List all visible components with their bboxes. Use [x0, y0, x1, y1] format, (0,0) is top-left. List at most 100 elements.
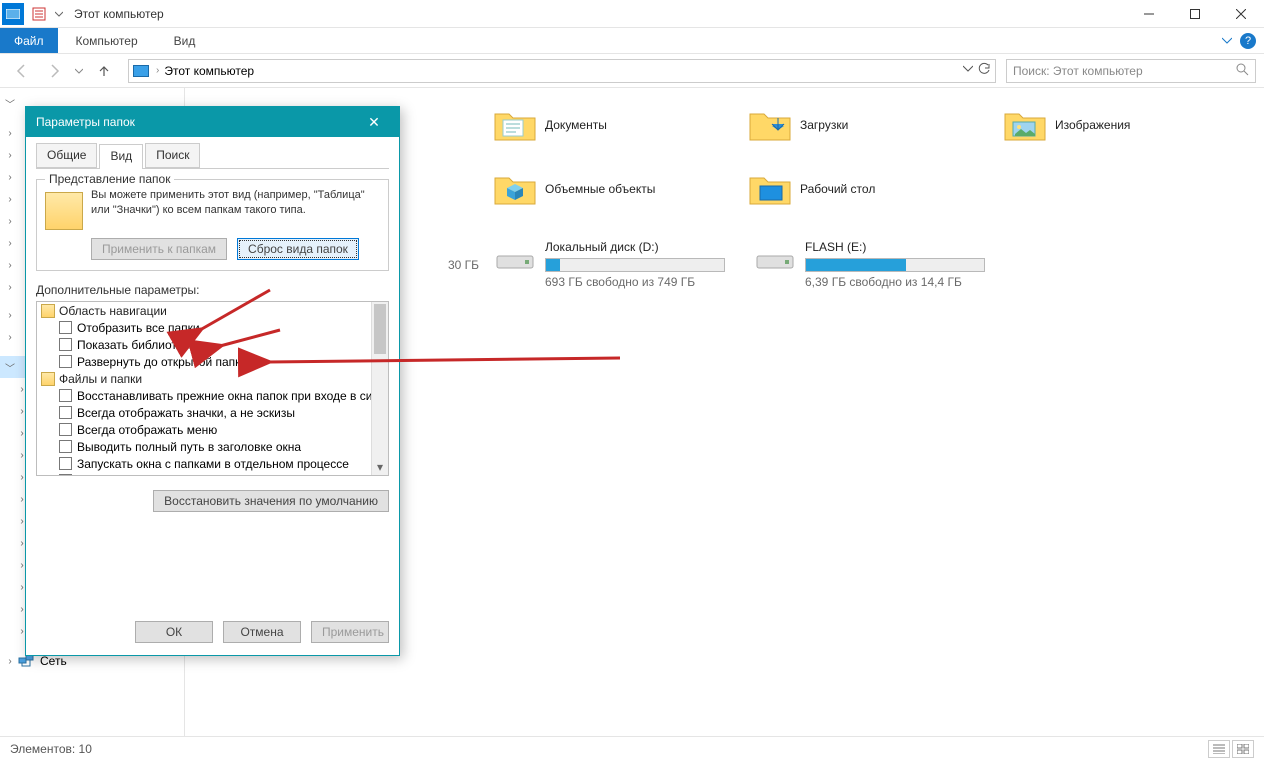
folder-icon	[1003, 103, 1047, 147]
checkbox[interactable]	[59, 457, 72, 470]
drive-usage-bar	[805, 258, 985, 272]
dialog-tab-search[interactable]: Поиск	[145, 143, 200, 168]
advanced-settings-label: Дополнительные параметры:	[36, 283, 389, 297]
dialog-titlebar[interactable]: Параметры папок ✕	[26, 107, 399, 137]
tree-checkbox-item[interactable]: Выводить полный путь в заголовке окна	[37, 438, 388, 455]
drive-name: FLASH (E:)	[805, 240, 995, 254]
drive-partial-text: 30 ГБ	[419, 236, 479, 293]
recent-dropdown-icon[interactable]	[72, 57, 86, 85]
folder-options-dialog: Параметры папок ✕ Общие Вид Поиск Предст…	[25, 106, 400, 656]
search-placeholder: Поиск: Этот компьютер	[1013, 64, 1143, 78]
ok-button[interactable]: ОК	[135, 621, 213, 643]
reset-folders-button[interactable]: Сброс вида папок	[237, 238, 359, 260]
restore-defaults-button[interactable]: Восстановить значения по умолчанию	[153, 490, 389, 512]
tree-checkbox-item[interactable]: Запускать окна с папками в отдельном про…	[37, 455, 388, 472]
folder-icon	[748, 167, 792, 211]
folder-icon	[41, 372, 55, 386]
network-icon	[18, 654, 34, 668]
checkbox[interactable]	[59, 423, 72, 436]
folder-label: Загрузки	[800, 118, 848, 132]
qat-dropdown-icon[interactable]	[52, 3, 66, 25]
close-button[interactable]	[1218, 0, 1264, 28]
view-icons-button[interactable]	[1232, 740, 1254, 758]
checkbox[interactable]	[59, 355, 72, 368]
status-bar: Элементов: 10	[0, 736, 1264, 760]
maximize-button[interactable]	[1172, 0, 1218, 28]
minimize-button[interactable]	[1126, 0, 1172, 28]
apply-button[interactable]: Применить	[311, 621, 389, 643]
folder-label: Документы	[545, 118, 607, 132]
checkbox[interactable]	[59, 406, 72, 419]
folder-label: Рабочий стол	[800, 182, 875, 196]
folder-label: Изображения	[1055, 118, 1130, 132]
tree-checkbox-item[interactable]: Использовать мастер общего доступа (реко…	[37, 472, 388, 476]
search-input[interactable]: Поиск: Этот компьютер	[1006, 59, 1256, 83]
address-dropdown-icon[interactable]	[963, 62, 973, 79]
folder-label: Объемные объекты	[545, 182, 655, 196]
tree-group-navigation[interactable]: Область навигации	[37, 302, 388, 319]
ribbon-expand-icon[interactable]	[1222, 34, 1232, 48]
scroll-thumb[interactable]	[374, 304, 386, 354]
drive-flash-e[interactable]: FLASH (E:) 6,39 ГБ свободно из 14,4 ГБ	[749, 236, 999, 293]
tree-checkbox-item[interactable]: Отобразить все папки	[37, 319, 388, 336]
drive-icon	[493, 240, 537, 284]
tree-group-files[interactable]: Файлы и папки	[37, 370, 388, 387]
checkbox[interactable]	[59, 338, 72, 351]
folder-pictures[interactable]: Изображения	[999, 98, 1244, 152]
breadcrumb-this-pc[interactable]: Этот компьютер	[162, 64, 256, 78]
qat-properties-icon[interactable]	[28, 3, 50, 25]
back-button[interactable]	[8, 57, 36, 85]
checkbox[interactable]	[59, 474, 72, 476]
scrollbar[interactable]: ▴ ▾	[371, 302, 388, 475]
folder-3d-objects[interactable]: Объемные объекты	[489, 162, 734, 216]
window-titlebar: Этот компьютер	[0, 0, 1264, 28]
breadcrumb-separator-icon[interactable]: ›	[153, 65, 162, 76]
folder-icon	[748, 103, 792, 147]
folder-documents[interactable]: Документы	[489, 98, 734, 152]
ribbon: Файл Компьютер Вид ?	[0, 28, 1264, 54]
folder-desktop[interactable]: Рабочий стол	[744, 162, 989, 216]
dialog-close-button[interactable]: ✕	[359, 107, 389, 137]
tree-checkbox-item[interactable]: Развернуть до открытой папки	[37, 353, 388, 370]
dialog-tab-general[interactable]: Общие	[36, 143, 97, 168]
drive-subtext: 693 ГБ свободно из 749 ГБ	[545, 275, 735, 289]
apply-to-folders-button[interactable]: Применить к папкам	[91, 238, 227, 260]
tree-checkbox-item[interactable]: Восстанавливать прежние окна папок при в…	[37, 387, 388, 404]
drive-icon	[753, 240, 797, 284]
app-icon	[2, 3, 24, 25]
view-details-button[interactable]	[1208, 740, 1230, 758]
folder-icon	[41, 304, 55, 318]
folder-views-icon	[45, 192, 83, 230]
ribbon-tab-computer[interactable]: Компьютер	[58, 28, 156, 53]
window-title: Этот компьютер	[74, 7, 164, 21]
ribbon-tab-view[interactable]: Вид	[156, 28, 214, 53]
help-icon[interactable]: ?	[1240, 33, 1256, 49]
navigation-bar: › Этот компьютер Поиск: Этот компьютер	[0, 54, 1264, 88]
status-item-count: Элементов: 10	[10, 742, 92, 756]
refresh-icon[interactable]	[977, 62, 991, 79]
cancel-button[interactable]: Отмена	[223, 621, 301, 643]
forward-button[interactable]	[40, 57, 68, 85]
dialog-tabs: Общие Вид Поиск	[36, 143, 389, 169]
folder-downloads[interactable]: Загрузки	[744, 98, 989, 152]
search-icon[interactable]	[1235, 62, 1249, 79]
ribbon-tab-file[interactable]: Файл	[0, 28, 58, 53]
drive-usage-bar	[545, 258, 725, 272]
advanced-settings-tree[interactable]: Область навигации Отобразить все папки П…	[36, 301, 389, 476]
dialog-title: Параметры папок	[36, 115, 135, 129]
drive-local-d[interactable]: Локальный диск (D:) 693 ГБ свободно из 7…	[489, 236, 739, 293]
group-title: Представление папок	[45, 172, 174, 186]
tree-checkbox-item[interactable]: Всегда отображать меню	[37, 421, 388, 438]
tree-checkbox-item[interactable]: Показать библиотеки	[37, 336, 388, 353]
address-bar[interactable]: › Этот компьютер	[128, 59, 996, 83]
scroll-down-icon[interactable]: ▾	[372, 458, 388, 475]
checkbox[interactable]	[59, 321, 72, 334]
checkbox[interactable]	[59, 389, 72, 402]
tree-item-label: Сеть	[40, 654, 67, 668]
up-button[interactable]	[90, 57, 118, 85]
dialog-tab-view[interactable]: Вид	[99, 144, 143, 169]
checkbox[interactable]	[59, 440, 72, 453]
folder-views-group: Представление папок Вы можете применить …	[36, 179, 389, 271]
tree-checkbox-item[interactable]: Всегда отображать значки, а не эскизы	[37, 404, 388, 421]
pc-icon	[133, 65, 149, 77]
